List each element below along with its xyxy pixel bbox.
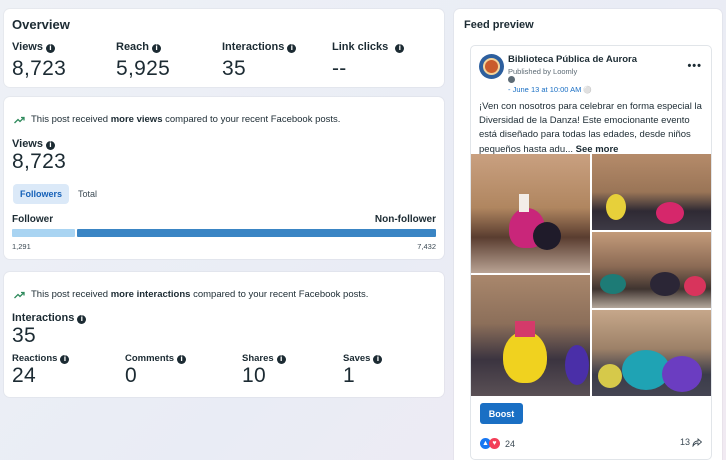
trend-message: This post received more interactions com…	[14, 289, 368, 300]
reaction-count: 24	[505, 438, 516, 449]
post-photo-2[interactable]	[592, 154, 711, 230]
post-photo-1[interactable]	[471, 154, 590, 273]
tab-followers[interactable]: Followers	[13, 184, 70, 204]
metric-label: Interactions	[222, 41, 285, 53]
boost-button[interactable]: Boost	[480, 403, 523, 424]
follower-segment[interactable]	[12, 229, 75, 237]
interactions-metric: Interactions i 35	[12, 312, 87, 348]
views-metric: Views i 8,723	[12, 138, 66, 174]
metric-label: Views	[12, 138, 43, 150]
metric-shares: Shares i 10	[242, 353, 286, 388]
trending-up-icon	[14, 291, 25, 298]
love-reaction-icon: ♥	[489, 438, 500, 449]
metric-value: 24	[12, 364, 36, 387]
trend-suffix: compared to your recent Facebook posts.	[162, 114, 341, 125]
metric-label: Saves	[343, 353, 371, 364]
info-icon[interactable]: i	[46, 43, 55, 53]
feed-preview-title: Feed preview	[464, 19, 534, 31]
info-icon[interactable]: i	[152, 43, 162, 53]
metric-comments: Comments i 0	[125, 353, 187, 388]
metric-views: Views i 8,723	[12, 41, 66, 81]
info-icon[interactable]: i	[46, 140, 55, 150]
tab-total[interactable]: Total	[71, 184, 104, 204]
views-breakdown-card: This post received more views compared t…	[4, 97, 444, 259]
trend-prefix: This post received	[31, 114, 111, 125]
metric-label: Views	[12, 41, 43, 53]
metric-value: 1	[343, 364, 355, 387]
nonfollower-count: 7,432	[417, 242, 436, 251]
info-icon[interactable]: i	[77, 314, 87, 324]
metric-value: 10	[242, 364, 266, 387]
reactions-summary[interactable]: ▲ ♥ 24	[480, 438, 515, 449]
facebook-post-preview: Biblioteca Pública de Aurora Published b…	[470, 45, 712, 460]
info-icon[interactable]: i	[287, 43, 297, 53]
follower-label: Follower	[12, 214, 54, 225]
see-more-link[interactable]: See more	[576, 144, 619, 155]
info-icon[interactable]: i	[60, 354, 70, 364]
info-icon[interactable]: i	[177, 354, 187, 364]
metric-label: Interactions	[12, 312, 75, 324]
metric-saves: Saves i 1	[343, 353, 383, 388]
post-date: June 13 at 10:00 AM	[512, 85, 582, 94]
share-summary[interactable]: 13	[680, 437, 702, 447]
follower-count: 1,291	[12, 242, 31, 251]
metric-label: Link clicks	[332, 41, 389, 53]
interactions-breakdown-card: This post received more interactions com…	[4, 272, 444, 397]
feed-preview-panel: Feed preview Biblioteca Pública de Auror…	[454, 9, 722, 460]
metric-value: 35	[12, 324, 36, 347]
published-by: Published by Loomly	[508, 67, 578, 76]
metric-label: Shares	[242, 353, 274, 364]
info-icon[interactable]: i	[395, 43, 405, 53]
overview-title: Overview	[12, 17, 70, 32]
metric-value: 0	[125, 364, 137, 387]
post-timestamp[interactable]: - June 13 at 10:00 AM ⚪	[508, 85, 592, 94]
trend-bold: more interactions	[110, 289, 191, 300]
metric-interactions: Interactions i 35	[222, 41, 297, 81]
nonfollower-label: Non-follower	[374, 214, 436, 225]
metric-label: Reach	[116, 41, 150, 53]
page-avatar[interactable]	[479, 54, 504, 79]
metric-label: Comments	[125, 353, 175, 364]
metric-reactions: Reactions i 24	[12, 353, 70, 388]
trending-up-icon	[14, 116, 25, 123]
more-options-icon[interactable]: •••	[687, 60, 702, 72]
metric-value: --	[332, 57, 347, 80]
post-text: ¡Ven con nosotros para celebrar en forma…	[479, 100, 707, 157]
post-photo-5[interactable]	[592, 310, 711, 396]
metric-label: Reactions	[12, 353, 58, 364]
globe-icon: ⚪	[583, 86, 593, 94]
trend-suffix: compared to your recent Facebook posts.	[190, 289, 369, 300]
trend-bold: more views	[110, 114, 163, 125]
metric-value: 8,723	[12, 57, 67, 80]
page-name[interactable]: Biblioteca Pública de Aurora	[508, 54, 637, 65]
overview-card: Overview Views i 8,723 Reach i 5,925 Inter…	[4, 9, 444, 87]
metric-link-clicks: Link clicks i --	[332, 41, 405, 81]
loomly-badge-icon	[508, 76, 515, 83]
post-photo-4[interactable]	[471, 275, 590, 396]
metric-value: 35	[222, 57, 246, 80]
share-count: 13	[679, 437, 690, 447]
info-icon[interactable]: i	[373, 354, 383, 364]
info-icon[interactable]: i	[276, 354, 286, 364]
post-photo-3[interactable]	[592, 232, 711, 308]
metric-value: 8,723	[12, 150, 67, 173]
metric-reach: Reach i 5,925	[116, 41, 170, 81]
trend-prefix: This post received	[31, 289, 111, 300]
follower-split-bar	[12, 229, 436, 237]
share-icon	[692, 438, 702, 447]
nonfollower-segment[interactable]	[77, 229, 436, 237]
metric-value: 5,925	[116, 57, 171, 80]
trend-message: This post received more views compared t…	[14, 114, 340, 125]
